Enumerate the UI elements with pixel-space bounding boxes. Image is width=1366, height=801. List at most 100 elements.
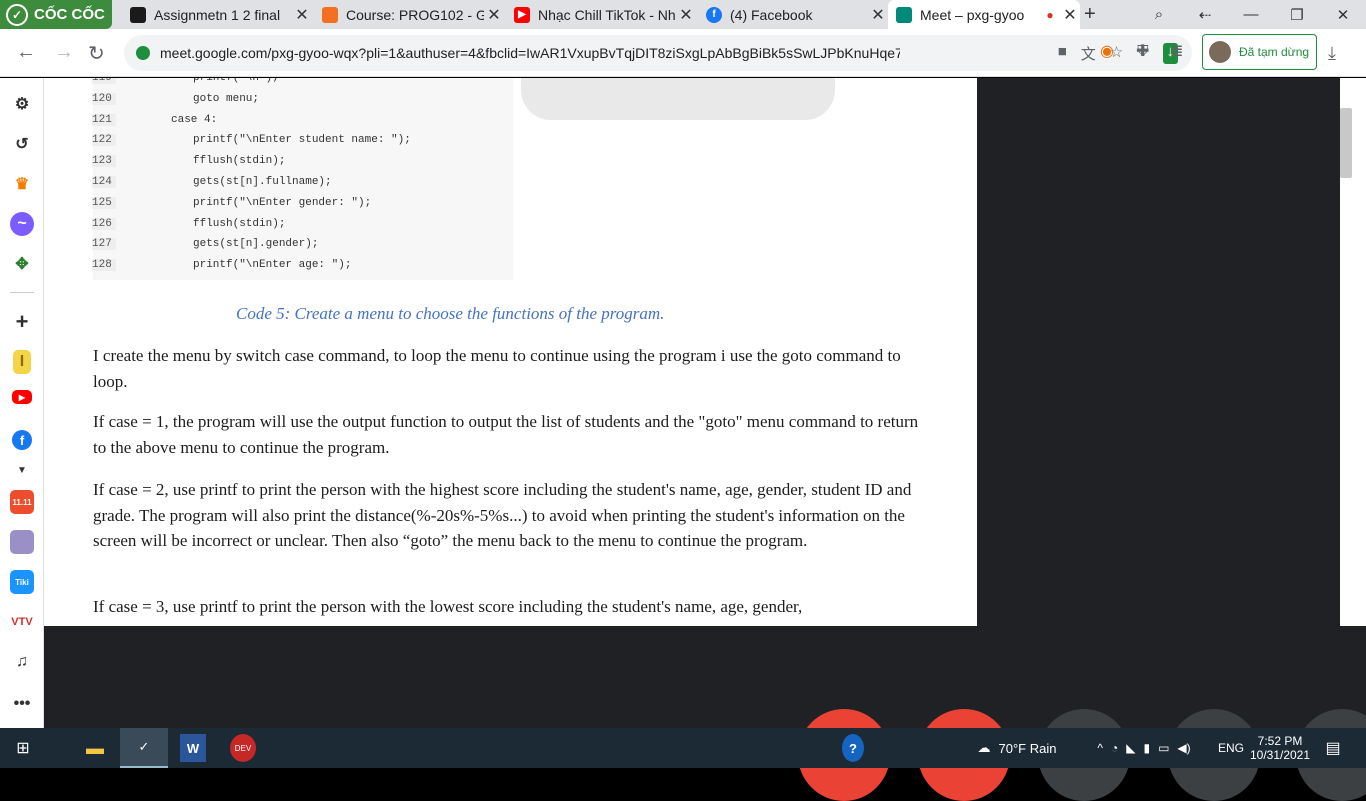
- crown-icon[interactable]: ♛: [10, 172, 34, 196]
- system-tray[interactable]: ^ ◔ ◣ ▮ ▭ ◀): [1074, 734, 1214, 762]
- code-line-number: 123: [92, 155, 116, 168]
- back-icon[interactable]: ←: [16, 41, 36, 64]
- word-icon[interactable]: W: [180, 734, 206, 762]
- fpt-icon: [322, 6, 338, 23]
- back-arrow-icon[interactable]: ⇠: [1182, 0, 1228, 29]
- notes-icon[interactable]: I: [13, 350, 31, 374]
- network-icon[interactable]: ◔: [1111, 741, 1118, 755]
- tab-meet[interactable]: Meet – pxg-gyoo ● ✕: [888, 0, 1080, 29]
- close-icon[interactable]: ✕: [868, 5, 888, 25]
- code-line: printf("\nEnter student name: ");: [193, 134, 411, 147]
- paragraph-3: If case = 2, use printf to print the per…: [93, 480, 912, 550]
- code-line: fflush(stdin);: [193, 155, 286, 168]
- clock[interactable]: 7:52 PM 10/31/2021: [1248, 730, 1312, 766]
- youtube-icon[interactable]: ▶: [12, 390, 32, 404]
- profile-paused-button[interactable]: Đã tạm dừng: [1202, 34, 1317, 70]
- camera-icon[interactable]: ■: [1058, 43, 1067, 64]
- wifi-icon[interactable]: ◣: [1126, 741, 1135, 755]
- tab-course[interactable]: Course: PROG102 - G ✕: [314, 0, 504, 29]
- coccoc-logo-icon: ✓: [6, 3, 28, 26]
- code-line-number: 125: [92, 196, 116, 209]
- tab-assignment[interactable]: Assignmetn 1 2 final ✕: [122, 0, 312, 29]
- sidebar: ⚙ ↺ ♛ ~ ✥ + I ▶ f ▼ 11.11 Tiki VTV ♫ •••: [0, 78, 44, 728]
- avatar: [1209, 41, 1231, 63]
- forward-icon[interactable]: →: [54, 41, 74, 64]
- mic-icon[interactable]: ▮: [1143, 741, 1150, 755]
- notification-icon[interactable]: ▤: [1322, 734, 1344, 762]
- restore-button[interactable]: ❐: [1274, 0, 1320, 29]
- translate-icon[interactable]: 文: [1081, 43, 1096, 64]
- code-line: fflush(stdin);: [193, 217, 286, 230]
- facebook-icon: f: [706, 6, 722, 23]
- youtube-icon: ▶: [514, 6, 530, 23]
- code-caption: Code 5: Create a menu to choose the func…: [236, 304, 665, 323]
- gamepad-icon[interactable]: ✥: [10, 252, 34, 276]
- weather-widget[interactable]: ☁ 70°F Rain: [962, 734, 1072, 762]
- new-tab-button[interactable]: +: [1084, 3, 1096, 26]
- code-line: printf("\n");: [193, 78, 279, 84]
- paragraph-1: I create the menu by switch case command…: [93, 346, 901, 391]
- code-line-number: 120: [92, 92, 116, 105]
- minimize-button[interactable]: —: [1228, 0, 1274, 29]
- presenter-overlay: [521, 78, 835, 120]
- meet-video-area: [977, 78, 1340, 626]
- close-icon[interactable]: ✕: [292, 5, 312, 25]
- settings-icon[interactable]: ⚙: [10, 92, 34, 116]
- chevron-down-icon[interactable]: ▼: [10, 458, 34, 482]
- paragraph-2: If case = 1, the program will use the ou…: [93, 412, 919, 457]
- code-line: printf("\nEnter age: ");: [193, 259, 352, 272]
- code-line-number: 127: [92, 238, 116, 251]
- coccoc-taskbar-icon[interactable]: ✓: [120, 728, 168, 768]
- lock-icon: [136, 46, 150, 60]
- battery-icon[interactable]: ▭: [1158, 741, 1169, 755]
- tab-facebook[interactable]: f (4) Facebook ✕: [698, 0, 888, 29]
- code-line: case 4:: [171, 113, 218, 126]
- language-indicator[interactable]: ENG: [1216, 734, 1246, 762]
- volume-icon[interactable]: ◀): [1177, 741, 1190, 755]
- close-icon[interactable]: ✕: [676, 5, 696, 25]
- tab-search-icon[interactable]: ⌕: [1136, 0, 1182, 29]
- extension-icon[interactable]: ◉: [1100, 41, 1114, 61]
- taskbar: ⊞ ▬ ✓ W DEV ? ☁ 70°F Rain ^ ◔ ◣ ▮ ▭ ◀) E…: [0, 728, 1366, 768]
- address-bar[interactable]: meet.google.com/pxg-gyoo-wqx?pli=1&authu…: [124, 35, 1192, 71]
- help-icon[interactable]: ?: [842, 734, 864, 762]
- close-window-button[interactable]: ✕: [1320, 0, 1366, 29]
- game-avatar-icon[interactable]: [10, 530, 34, 554]
- tab-youtube[interactable]: ▶ Nhạc Chill TikTok - Nh ✕: [506, 0, 696, 29]
- add-icon[interactable]: +: [10, 309, 34, 334]
- devcpp-icon[interactable]: DEV: [230, 734, 256, 762]
- rain-cloud-icon: ☁: [977, 740, 991, 755]
- recording-icon: ●: [1046, 7, 1054, 22]
- divider: [10, 292, 34, 293]
- shopee-icon[interactable]: 11.11: [10, 490, 34, 514]
- coccoc-menu-button[interactable]: ✓ CỐC CỐC: [0, 0, 112, 29]
- toolbar: ← → ↻ meet.google.com/pxg-gyoo-wqx?pli=1…: [0, 29, 1366, 77]
- tiki-icon[interactable]: Tiki: [10, 570, 34, 594]
- scrollbar-thumb[interactable]: [1340, 108, 1352, 178]
- history-icon[interactable]: ↺: [10, 132, 34, 156]
- reload-icon[interactable]: ↻: [88, 41, 105, 66]
- close-icon[interactable]: ✕: [1060, 5, 1080, 25]
- reading-list-icon[interactable]: ≣: [1170, 41, 1183, 61]
- vtv-icon[interactable]: VTV: [10, 610, 34, 634]
- close-icon[interactable]: ✕: [484, 5, 504, 25]
- meet-icon: [896, 6, 912, 23]
- code-line-number: 119: [92, 78, 116, 84]
- facebook-icon[interactable]: f: [12, 430, 32, 450]
- code-line: gets(st[n].fullname);: [193, 176, 332, 188]
- windows-start-icon[interactable]: ⊞: [10, 734, 36, 762]
- chevron-up-icon[interactable]: ^: [1097, 741, 1103, 755]
- code-line-number: 126: [92, 217, 116, 230]
- downloads-icon[interactable]: ⤓: [1328, 43, 1336, 64]
- document-icon: [130, 6, 146, 23]
- file-explorer-icon[interactable]: ▬: [82, 734, 108, 762]
- code-line-number: 128: [92, 259, 116, 272]
- messenger-icon[interactable]: ~: [10, 212, 34, 236]
- code-line-number: 122: [92, 134, 116, 147]
- more-icon[interactable]: •••: [10, 692, 34, 716]
- scrollbar[interactable]: [1340, 78, 1366, 626]
- code-line-number: 121: [92, 113, 116, 126]
- bell-icon[interactable]: ♫: [10, 650, 34, 674]
- puzzle-icon[interactable]: ✚: [1136, 41, 1149, 61]
- code-line-number: 124: [92, 176, 116, 188]
